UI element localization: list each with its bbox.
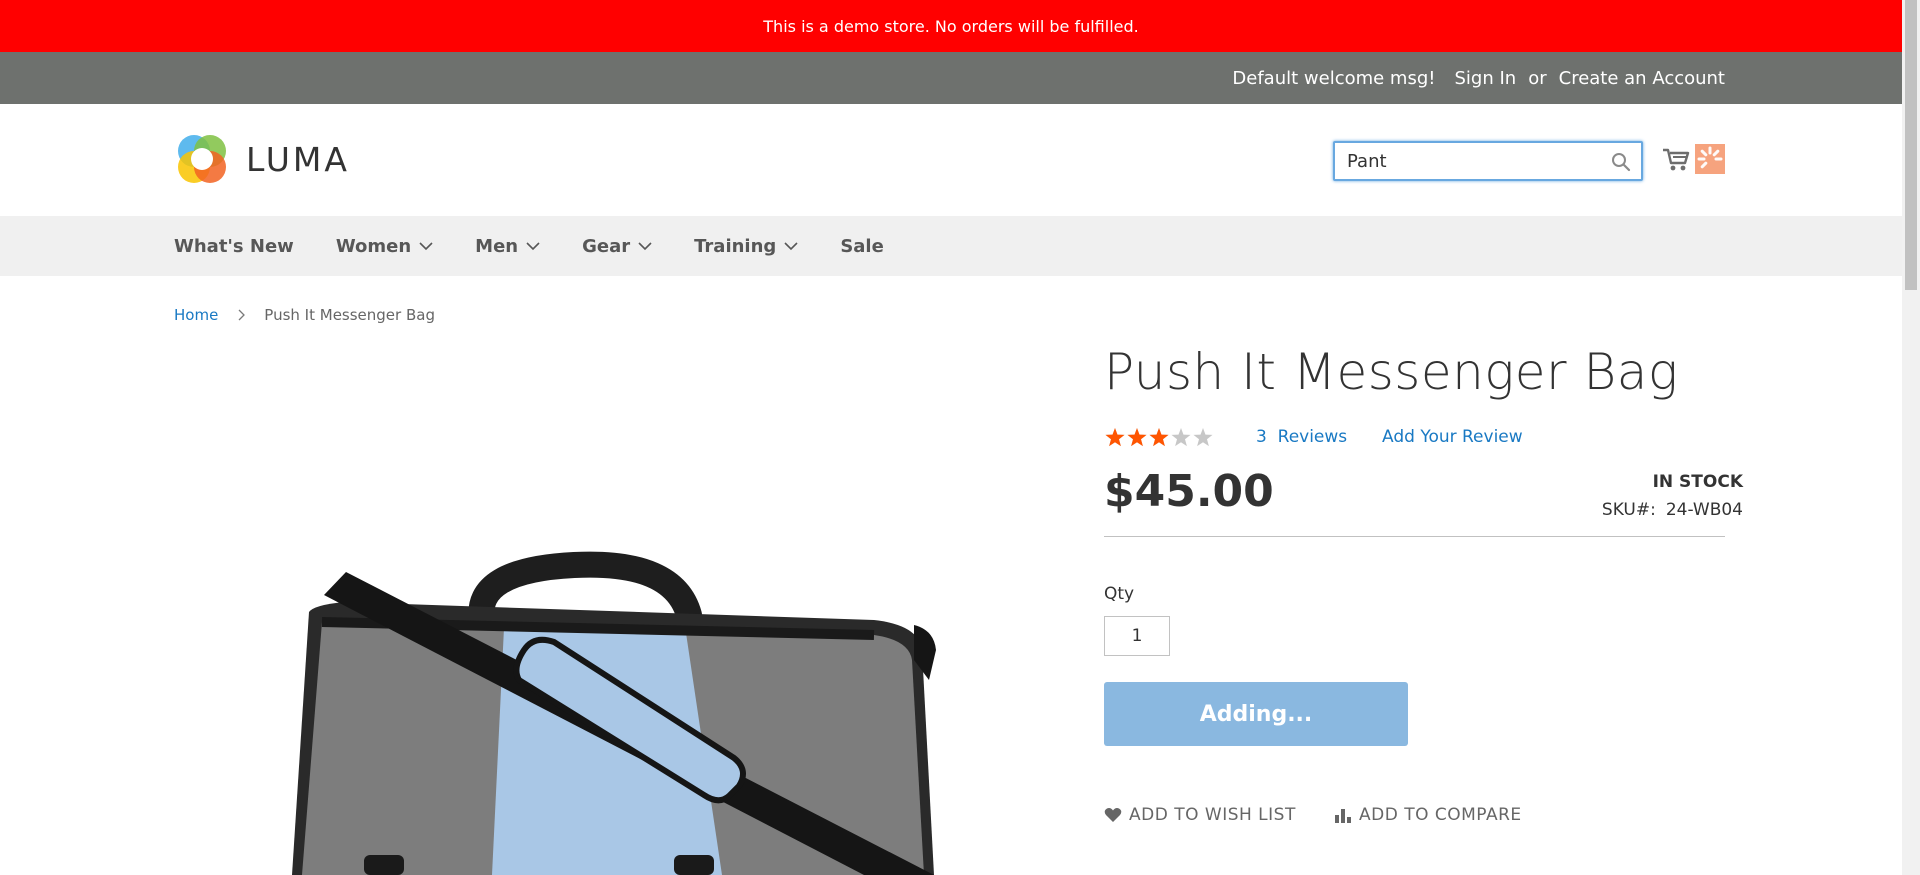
divider (1104, 536, 1725, 537)
star-icon (1149, 428, 1169, 447)
shopping-cart-icon[interactable] (1661, 144, 1691, 174)
sku-label: SKU#: (1601, 500, 1656, 520)
compare-label: ADD TO COMPARE (1359, 805, 1522, 825)
star-icon (1105, 428, 1125, 447)
create-account-link[interactable]: Create an Account (1559, 68, 1725, 89)
logo-text: LUMA (246, 139, 350, 179)
nav-item-label: What's New (174, 235, 294, 257)
product-title: Push It Messenger Bag (1104, 343, 1679, 401)
page-scrollbar[interactable] (1902, 0, 1920, 875)
nav-item-whats-new[interactable]: What's New (174, 236, 294, 257)
add-to-compare-link[interactable]: ADD TO COMPARE (1334, 803, 1522, 827)
nav-item-training[interactable]: Training (694, 236, 798, 257)
add-to-wishlist-link[interactable]: ADD TO WISH LIST (1104, 803, 1296, 827)
chevron-down-icon (526, 242, 540, 251)
nav-item-label: Men (475, 235, 519, 257)
search-input[interactable] (1347, 149, 1607, 173)
search-icon[interactable] (1611, 152, 1631, 172)
product-sku: SKU#: 24-WB04 (1602, 500, 1743, 520)
sku-value: 24-WB04 (1665, 500, 1743, 520)
product-price: $45.00 (1104, 466, 1274, 517)
star-icon (1193, 428, 1213, 447)
reviews-count: 3 (1256, 427, 1267, 447)
nav-item-label: Sale (840, 235, 884, 257)
nav-item-men[interactable]: Men (475, 236, 540, 257)
star-icon (1127, 428, 1147, 447)
qty-label: Qty (1104, 584, 1135, 604)
demo-store-notice-text: This is a demo store. No orders will be … (763, 16, 1139, 36)
wishlist-label: ADD TO WISH LIST (1129, 805, 1296, 825)
demo-store-notice: This is a demo store. No orders will be … (0, 0, 1902, 52)
sign-in-link[interactable]: Sign In (1455, 68, 1517, 89)
nav-item-label: Gear (582, 235, 631, 257)
main-navigation: What's New Women Men Gear Training Sale (0, 216, 1902, 276)
chevron-down-icon (784, 242, 798, 251)
search-box (1333, 141, 1643, 181)
star-icon (1171, 428, 1191, 447)
stock-status: IN STOCK (1652, 472, 1743, 492)
nav-item-label: Women (335, 235, 412, 257)
header-links: Default welcome msg! Sign In or Create a… (1232, 52, 1725, 104)
site-header: LUMA (0, 104, 1902, 216)
reviews-label: Reviews (1277, 427, 1348, 447)
breadcrumb-home-link[interactable]: Home (174, 306, 218, 324)
nav-item-women[interactable]: Women (336, 236, 433, 257)
nav-item-label: Training (694, 235, 777, 257)
reviews-link[interactable]: 3 Reviews (1256, 427, 1347, 447)
breadcrumb-current: Push It Messenger Bag (264, 306, 435, 324)
qty-input[interactable] (1104, 616, 1170, 656)
or-separator: or (1528, 67, 1547, 89)
nav-items: What's New Women Men Gear Training Sale (174, 216, 926, 276)
welcome-message: Default welcome msg! (1232, 67, 1436, 89)
chevron-down-icon (638, 242, 652, 251)
header-panel: Default welcome msg! Sign In or Create a… (0, 52, 1902, 104)
product-rating (1104, 426, 1216, 450)
rating-stars (1105, 428, 1213, 447)
luma-logo-icon (178, 135, 226, 183)
nav-item-gear[interactable]: Gear (582, 236, 652, 257)
bar-chart-icon (1335, 809, 1351, 823)
scrollbar-thumb[interactable] (1905, 0, 1917, 290)
nav-item-sale[interactable]: Sale (840, 236, 884, 257)
messenger-bag-image (292, 551, 936, 875)
chevron-right-icon (238, 309, 246, 321)
add-to-cart-button[interactable]: Adding... (1104, 682, 1408, 746)
add-to-cart-label: Adding... (1199, 701, 1313, 727)
heart-icon (1104, 808, 1122, 822)
product-image[interactable] (174, 350, 1034, 875)
breadcrumb: Home Push It Messenger Bag (174, 306, 435, 324)
luma-logo[interactable]: LUMA (174, 131, 350, 187)
chevron-down-icon (419, 242, 433, 251)
add-review-link[interactable]: Add Your Review (1382, 427, 1523, 447)
loading-spinner-icon (1695, 144, 1725, 174)
